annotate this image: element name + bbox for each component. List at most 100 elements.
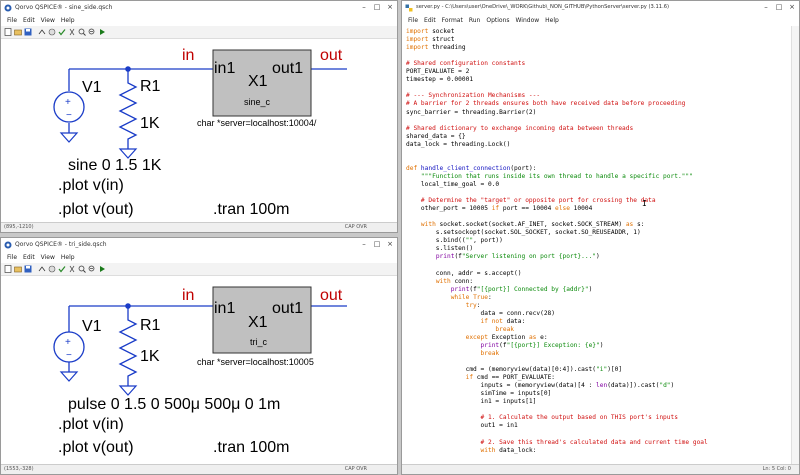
code-token: s.bind(( (406, 237, 466, 245)
menu-edit[interactable]: Edit (23, 15, 35, 26)
open-folder-icon[interactable] (14, 28, 22, 36)
code-token: data_lock = threading.Lock() (406, 140, 511, 148)
in-port-label: in (182, 287, 195, 304)
code-token: ) (599, 341, 604, 349)
code-line: data = conn.recv(28) (406, 310, 556, 317)
out-port-label: out (320, 47, 343, 64)
zoom-out-icon[interactable] (88, 28, 96, 36)
minimize-icon[interactable]: – (359, 240, 369, 249)
code-editor[interactable]: import socket import struct import threadi… (402, 26, 799, 465)
save-icon[interactable] (24, 28, 32, 36)
new-file-icon[interactable] (4, 28, 12, 36)
code-token: (data)]).cast( (607, 382, 660, 390)
run-icon[interactable] (98, 28, 106, 36)
zoom-in-icon[interactable] (78, 265, 86, 273)
menu-help[interactable]: Help (61, 252, 75, 263)
menu-run[interactable]: Run (469, 15, 481, 26)
check-icon[interactable] (58, 265, 66, 273)
svg-text:−: − (66, 110, 72, 121)
r1-value: 1K (140, 115, 160, 132)
block-type: tri_c (250, 337, 268, 347)
block-instance-name: X1 (248, 73, 268, 90)
pan-icon[interactable] (48, 28, 56, 36)
close-icon[interactable]: × (385, 3, 395, 12)
code-token: """Function that runs inside its own thr… (420, 172, 693, 180)
schematic-canvas[interactable]: + − in out V1 R1 1K in1 out1 X1 tri_c ch… (1, 276, 397, 465)
code-token: "" (465, 237, 474, 245)
vertical-scrollbar[interactable] (791, 26, 799, 465)
check-icon[interactable] (58, 28, 66, 36)
code-token: s: (633, 221, 645, 229)
code-line: local_time_goal = 0.0 (406, 181, 499, 188)
pan-icon[interactable] (48, 265, 56, 273)
title-bar[interactable]: Qorvo QSPICE® - sine_side.qsch – □ × (1, 1, 397, 16)
run-icon[interactable] (98, 265, 106, 273)
code-token: with (435, 277, 451, 285)
python-icon (405, 4, 413, 12)
code-token: else (555, 205, 570, 213)
new-file-icon[interactable] (4, 265, 12, 273)
menu-options[interactable]: Options (486, 15, 509, 26)
title-bar[interactable]: server.py - C:\Users\user\OneDrive\_WORK… (402, 1, 799, 16)
r1-label: R1 (140, 78, 161, 95)
menu-edit[interactable]: Edit (424, 15, 436, 26)
code-token: data_lock: (495, 446, 537, 454)
cut-icon[interactable] (68, 265, 76, 273)
save-icon[interactable] (24, 265, 32, 273)
code-token: inputs = (memoryview(data)[4 : (406, 382, 596, 390)
code-line: # Shared configuration constants (406, 61, 525, 67)
maximize-icon[interactable]: □ (774, 3, 784, 12)
code-line: def handle_client_connection(port): (406, 165, 536, 172)
maximize-icon[interactable]: □ (372, 3, 382, 12)
open-folder-icon[interactable] (14, 265, 22, 273)
close-icon[interactable]: × (385, 240, 395, 249)
close-icon[interactable]: × (787, 3, 797, 12)
schematic-canvas[interactable]: + − in out V1 R1 1K in1 out1 X1 sine_c c… (1, 39, 397, 223)
code-line: """Function that runs inside its own thr… (406, 172, 693, 180)
code-token: conn, addr = s.accept() (406, 269, 522, 277)
code-token: import (406, 36, 429, 44)
code-token: : (487, 293, 492, 301)
menu-edit[interactable]: Edit (23, 252, 35, 263)
menu-view[interactable]: View (41, 252, 55, 263)
title-bar[interactable]: Qorvo QSPICE® - tri_side.qsch – □ × (1, 238, 397, 253)
code-line: print(f"[{port}] Connected by {addr}") (406, 286, 593, 293)
status-bar: (895,-1210) CAP OVR (1, 222, 397, 232)
toolbar (1, 26, 397, 39)
cut-icon[interactable] (68, 28, 76, 36)
cursor-coordinates: (895,-1210) (4, 224, 34, 230)
code-line: # --- Synchronization Mechanisms --- (406, 93, 540, 99)
menu-file[interactable]: File (7, 15, 17, 26)
menu-view[interactable]: View (41, 15, 55, 26)
code-token: port == 10004 (499, 205, 556, 213)
wire-icon[interactable] (38, 265, 46, 273)
menu-file[interactable]: File (408, 15, 418, 26)
code-line: in1 = inputs[1] (406, 399, 537, 405)
menu-window[interactable]: Window (516, 15, 540, 26)
menu-file[interactable]: File (7, 252, 17, 263)
code-line: s.bind(("", port)) (406, 238, 503, 244)
code-token: # 2. Save this thread's calculated data … (480, 438, 708, 446)
code-token: out1 = in1 (406, 422, 518, 430)
menu-help[interactable]: Help (61, 15, 75, 26)
menu-bar: File Edit View Help (1, 252, 397, 263)
zoom-in-icon[interactable] (78, 28, 86, 36)
menu-format[interactable]: Format (442, 15, 463, 26)
wire-icon[interactable] (38, 28, 46, 36)
resistor-symbol (118, 316, 138, 378)
window-title: server.py - C:\Users\user\OneDrive\_WORK… (416, 4, 670, 10)
zoom-out-icon[interactable] (88, 265, 96, 273)
code-line: # Shared dictionary to exchange incoming… (406, 125, 633, 132)
code-token: other_port = 10005 (406, 205, 492, 213)
minimize-icon[interactable]: – (761, 3, 771, 12)
code-line: # 2. Save this thread's calculated data … (406, 438, 708, 446)
maximize-icon[interactable]: □ (372, 240, 382, 249)
minimize-icon[interactable]: – (359, 3, 369, 12)
menu-help[interactable]: Help (545, 15, 559, 26)
resistor-symbol (118, 79, 138, 141)
